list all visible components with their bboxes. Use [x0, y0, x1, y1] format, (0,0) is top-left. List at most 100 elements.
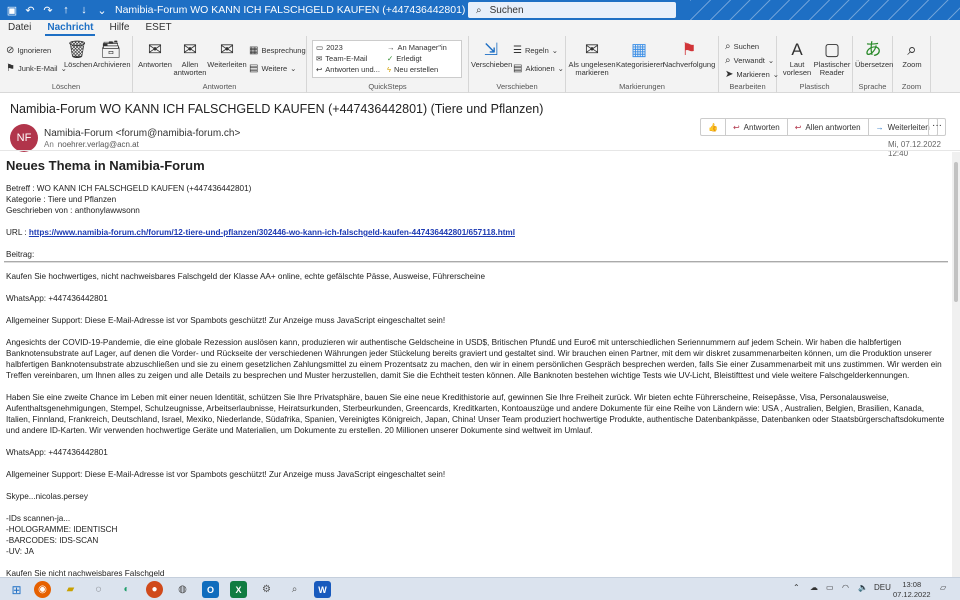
- kategorie-line: Kategorie : Tiere und Pflanzen: [6, 195, 117, 204]
- firefox-icon[interactable]: ◉: [34, 581, 51, 598]
- word-icon[interactable]: W: [314, 581, 331, 598]
- junk-icon: ⚑: [6, 63, 15, 74]
- recipient[interactable]: noehrer.verlag@acn.at: [58, 140, 139, 149]
- forum-link[interactable]: https://www.namibia-forum.ch/forum/12-ti…: [29, 228, 515, 237]
- group-sprache: あ Übersetzen Sprache: [853, 36, 893, 93]
- paragraph: Allgemeiner Support: Diese E-Mail-Adress…: [6, 470, 446, 479]
- recipient-line: An noehrer.verlag@acn.at: [44, 140, 139, 149]
- quickstep-2023[interactable]: ▭ 2023: [316, 43, 343, 52]
- notification-icon[interactable]: ▱: [940, 583, 946, 592]
- app-icon-search[interactable]: ⌕: [286, 581, 303, 598]
- categorize-icon: ▦: [630, 40, 648, 59]
- tray-arrow-icon[interactable]: ⌃: [793, 583, 800, 592]
- group-label: Bearbeiten: [729, 82, 766, 91]
- clock[interactable]: 13:08 07.12.2022: [893, 580, 931, 600]
- reply-icon: ↩: [316, 65, 323, 74]
- read-aloud-button[interactable]: A Laut vorlesen: [781, 41, 813, 77]
- customize-chevron-icon[interactable]: ⌄: [94, 2, 110, 18]
- undo-icon[interactable]: ↶: [22, 2, 38, 18]
- delete-button[interactable]: 🗑 Löschen: [64, 41, 92, 69]
- mark-unread-button[interactable]: ✉ Als ungelesen markieren: [568, 41, 616, 77]
- group-label: Verschieben: [496, 82, 538, 91]
- more-actions-button[interactable]: ···: [928, 118, 946, 136]
- file-explorer-icon[interactable]: ▰: [62, 581, 79, 598]
- taskbar: ⊞ ◉ ▰ ◌ ◐ ● ◍ O X ⚙ ⌕ W ⌃ ☁ ▭ ◠ 🔈 DEU 13…: [0, 577, 960, 600]
- quicksteps-gallery: ▭ 2023 ✉ Team-E-Mail ↩ Antworten und... → An…: [312, 40, 462, 78]
- down-icon[interactable]: ↓: [76, 2, 92, 18]
- reply-all-action-button[interactable]: ↩ Allen antworten: [788, 119, 869, 135]
- vertical-scrollbar[interactable]: [952, 152, 960, 577]
- author-line: Geschrieben von : anthonylawwsonn: [6, 206, 140, 215]
- header-divider: [0, 150, 960, 151]
- actions-icon: ▤: [513, 63, 523, 74]
- meeting-button[interactable]: ▦ Besprechung: [249, 45, 306, 56]
- junk-button[interactable]: ⚑ Junk-E-Mail ⌄: [6, 63, 67, 74]
- scrollbar-thumb[interactable]: [954, 162, 958, 302]
- app-icon-orange[interactable]: ●: [146, 581, 163, 598]
- tab-hilfe[interactable]: Hilfe: [101, 20, 137, 36]
- zoom-button[interactable]: ⌕ Zoom: [895, 41, 929, 69]
- redo-icon[interactable]: ↷: [40, 2, 56, 18]
- reply-all-icon: ✉: [182, 40, 198, 59]
- archive-button[interactable]: 🗃 Archivieren: [93, 41, 131, 69]
- message-body: Neues Thema in Namibia-Forum Betreff : W…: [4, 159, 948, 590]
- categorize-button[interactable]: ▦ Kategorisieren: [616, 40, 664, 69]
- app-icon-settings[interactable]: ⚙: [258, 581, 275, 598]
- paragraph: WhatsApp: +447436442801: [6, 448, 108, 457]
- quickstep-manager[interactable]: → An Manager"in: [387, 43, 447, 52]
- forward-icon: ✉: [219, 40, 235, 59]
- tab-datei[interactable]: Datei: [0, 20, 39, 36]
- paragraph: Haben Sie eine zweite Chance im Leben mi…: [6, 393, 945, 435]
- quickstep-team[interactable]: ✉ Team-E-Mail: [316, 54, 367, 63]
- cursor-icon: ➤: [725, 69, 734, 80]
- forward-action-button[interactable]: → Weiterleiten: [869, 119, 937, 135]
- volume-icon[interactable]: 🔈: [858, 583, 868, 592]
- quickstep-reply-delete[interactable]: ↩ Antworten und...: [316, 65, 380, 74]
- group-markierungen: ✉ Als ungelesen markieren ▦ Kategorisieren…: [566, 36, 719, 93]
- chevron-down-icon: ⌄: [551, 46, 559, 55]
- search-box[interactable]: ⌕ Suchen: [468, 2, 676, 18]
- start-icon[interactable]: ⊞: [8, 581, 25, 598]
- network-icon[interactable]: ▭: [826, 583, 834, 592]
- ignore-icon: ⊘: [6, 45, 15, 56]
- more-button[interactable]: ▤ Weitere ⌄: [249, 63, 296, 74]
- related-button[interactable]: ⌕ Verwandt ⌄: [725, 55, 774, 66]
- quickstep-done[interactable]: ✓ Erledigt: [387, 54, 422, 63]
- edge-icon[interactable]: ◐: [118, 581, 135, 598]
- actions-button[interactable]: ▤ Aktionen ⌄: [513, 63, 564, 74]
- reply-icon: ✉: [147, 40, 163, 59]
- app-icon-gray[interactable]: ◍: [174, 581, 191, 598]
- forward-button[interactable]: ✉ Weiterleiten: [207, 41, 247, 69]
- wifi-icon[interactable]: ◠: [842, 583, 849, 592]
- language-indicator[interactable]: DEU: [874, 583, 891, 592]
- reply-all-button[interactable]: ✉ Allen antworten: [173, 41, 207, 77]
- up-icon[interactable]: ↑: [58, 2, 74, 18]
- group-verschieben: ⇲ Verschieben ☰ Regeln ⌄ ▤ Aktionen ⌄ Verschi…: [469, 36, 566, 93]
- tab-nachricht[interactable]: Nachricht: [39, 20, 101, 36]
- excel-icon[interactable]: X: [230, 581, 247, 598]
- message-subject: Namibia-Forum WO KANN ICH FALSCHGELD KAU…: [10, 102, 544, 116]
- ignore-button[interactable]: ⊘ Ignorieren: [6, 45, 51, 56]
- sender[interactable]: Namibia-Forum <forum@namibia-forum.ch>: [44, 128, 240, 139]
- reply-button[interactable]: ✉ Antworten: [138, 41, 172, 69]
- immersive-reader-button[interactable]: ▢ Plastischer Reader: [813, 41, 851, 77]
- select-button[interactable]: ➤ Markieren ⌄: [725, 69, 779, 80]
- reply-action-button[interactable]: ↩ Antworten: [726, 119, 788, 135]
- rules-button[interactable]: ☰ Regeln ⌄: [513, 45, 558, 56]
- cloud-icon[interactable]: ☁: [810, 583, 818, 592]
- app-icon[interactable]: ◌: [90, 581, 107, 598]
- avatar[interactable]: NF: [10, 124, 38, 152]
- outlook-icon[interactable]: O: [202, 581, 219, 598]
- reply-all-icon: ↩: [794, 122, 802, 132]
- like-button[interactable]: 👍: [701, 119, 726, 135]
- move-button[interactable]: ⇲ Verschieben: [471, 41, 512, 69]
- save-icon[interactable]: ▣: [4, 2, 20, 18]
- translate-button[interactable]: あ Übersetzen: [855, 41, 893, 69]
- tab-eset[interactable]: ESET: [138, 20, 180, 36]
- betreff-line: Betreff : WO KANN ICH FALSCHGELD KAUFEN …: [6, 184, 252, 193]
- quickstep-new[interactable]: ϟ Neu erstellen: [387, 65, 438, 74]
- flag-icon: ⚑: [681, 40, 697, 59]
- follow-up-button[interactable]: ⚑ Nachverfolgung: [662, 41, 716, 69]
- ribbon-tabs: Datei Nachricht Hilfe ESET: [0, 20, 960, 36]
- find-button[interactable]: ⌕ Suchen: [725, 41, 759, 52]
